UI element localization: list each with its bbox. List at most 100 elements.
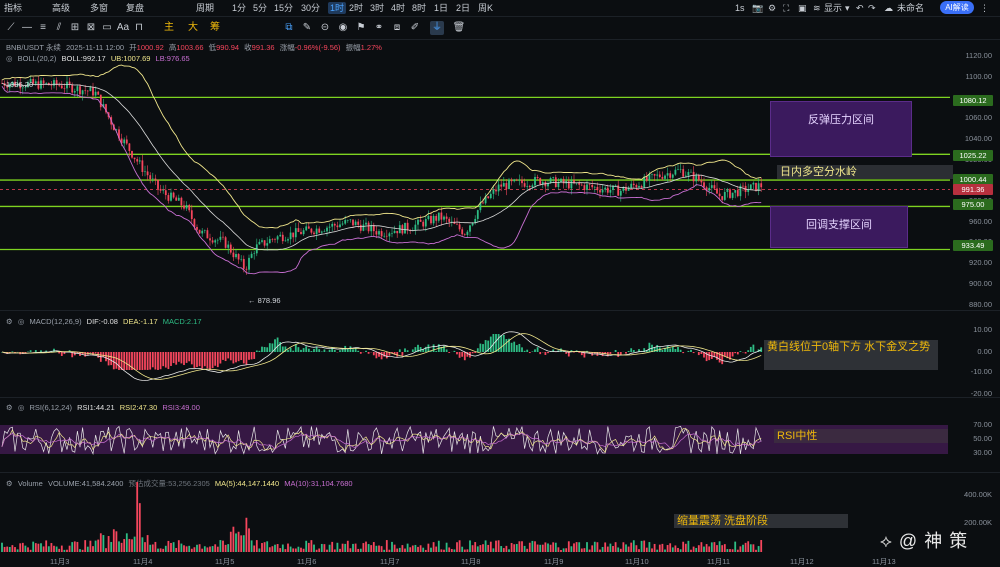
volume-bar — [612, 546, 614, 552]
rsi-note[interactable]: RSI中性 — [774, 429, 948, 443]
candle-body — [209, 238, 211, 240]
macd-bar — [204, 352, 206, 366]
volume-bar — [708, 546, 710, 552]
volume-bar — [233, 527, 235, 552]
resistance-zone-box[interactable]: 反弹压力区间 — [770, 101, 912, 157]
macd-bar — [376, 352, 378, 358]
macd-bar — [334, 350, 336, 352]
pivot-note[interactable]: 日内多空分水岭 — [777, 165, 953, 179]
macd-bar — [545, 352, 547, 355]
volume-bar — [389, 550, 391, 552]
volume-bar — [240, 535, 242, 552]
volume-bar — [594, 542, 596, 552]
volume-bar — [571, 546, 573, 552]
volume-bar — [545, 542, 547, 552]
candle-body — [227, 245, 229, 248]
candle-body — [376, 231, 378, 234]
time-tick: 11月10 — [625, 556, 649, 567]
volume-bar — [188, 546, 190, 552]
volume-bar — [630, 543, 632, 552]
volume-bar — [747, 541, 749, 552]
candle-body — [175, 198, 177, 201]
volume-bar — [126, 533, 128, 552]
candle-body — [539, 178, 541, 184]
volume-bar — [181, 544, 183, 552]
macd-bar — [506, 339, 508, 352]
candle-body — [417, 220, 419, 225]
candle-body — [615, 185, 617, 186]
volume-bar — [727, 549, 729, 552]
volume-bar — [441, 549, 443, 552]
candle-body — [222, 237, 224, 238]
volume-note[interactable]: 缩量震荡 洗盘阶段 — [674, 514, 848, 528]
macd-bar — [529, 352, 531, 353]
volume-bar — [573, 543, 575, 552]
volume-bar — [742, 545, 744, 552]
candle-body — [365, 223, 367, 225]
candle-body — [326, 228, 328, 232]
macd-bar — [212, 352, 214, 368]
price-level-tag[interactable]: 933.49 — [953, 240, 993, 251]
price-level-tag[interactable]: 991.36 — [953, 184, 993, 195]
volume-bar — [599, 550, 601, 552]
volume-bar — [56, 547, 58, 552]
candle-body — [729, 189, 731, 198]
macd-bar — [667, 346, 669, 352]
volume-bar — [682, 542, 684, 552]
price-level-tag[interactable]: 1025.22 — [953, 150, 993, 161]
macd-bar — [129, 352, 131, 370]
axis-tick: 0.00 — [977, 347, 992, 356]
macd-bar — [181, 352, 183, 363]
volume-bar — [251, 540, 253, 552]
volume-bar — [586, 542, 588, 552]
volume-bar — [64, 550, 66, 552]
macd-bar — [534, 349, 536, 352]
volume-bar — [383, 550, 385, 552]
macd-note[interactable]: 黄白线位于0轴下方 水下金叉之势 — [764, 340, 938, 370]
macd-bar — [402, 352, 404, 356]
volume-bar — [435, 547, 437, 552]
volume-bar — [508, 549, 510, 552]
macd-bar — [381, 352, 383, 359]
volume-bar — [506, 546, 508, 552]
candle-body — [212, 240, 214, 242]
volume-bar — [758, 546, 760, 552]
macd-bar — [35, 350, 37, 352]
candle-body — [308, 226, 310, 228]
volume-bar — [214, 544, 216, 552]
candle-body — [321, 232, 323, 233]
chart-canvas[interactable] — [0, 0, 1000, 566]
volume-bar — [433, 542, 435, 552]
volume-bar — [357, 549, 359, 552]
candle-body — [173, 193, 175, 198]
macd-bar — [602, 352, 604, 356]
macd-bar — [183, 352, 185, 365]
volume-bar — [95, 541, 97, 552]
macd-bar — [136, 352, 138, 370]
support-zone-box[interactable]: 回调支撑区间 — [770, 206, 908, 248]
macd-bar — [116, 352, 118, 369]
volume-bar — [256, 540, 258, 552]
candle-body — [435, 216, 437, 221]
volume-bar — [451, 549, 453, 552]
macd-bar — [266, 347, 268, 352]
candle-body — [337, 226, 339, 228]
price-level-tag[interactable]: 1080.12 — [953, 95, 993, 106]
time-tick: 11月8 — [461, 556, 480, 567]
volume-bar — [597, 542, 599, 552]
volume-bar — [66, 550, 68, 552]
macd-bar — [139, 352, 141, 370]
macd-bar — [311, 351, 313, 352]
price-level-tag[interactable]: 975.00 — [953, 199, 993, 210]
macd-bar — [477, 348, 479, 352]
macd-bar — [233, 352, 235, 363]
low-price-label: ← 878.96 — [248, 296, 284, 305]
volume-bar — [92, 546, 94, 552]
volume-bar — [534, 541, 536, 552]
volume-bar — [248, 528, 250, 552]
candle-body — [755, 183, 757, 191]
volume-bar — [669, 543, 671, 552]
candle-body — [630, 184, 632, 188]
candle-body — [123, 140, 125, 144]
volume-bar — [417, 547, 419, 552]
